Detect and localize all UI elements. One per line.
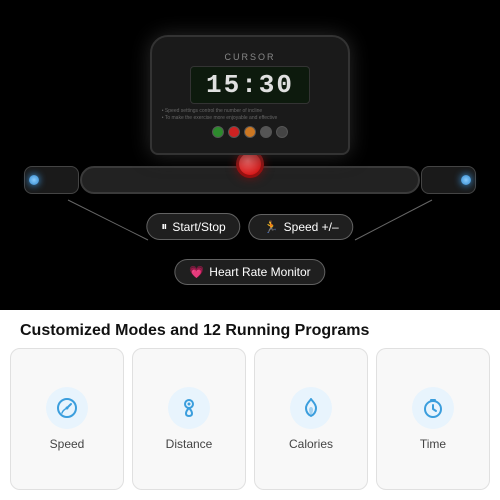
- console-text-2: • To make the exercise more enjoyable an…: [162, 115, 338, 121]
- handlebar-area: ⏸ Start/Stop 🏃 Speed +/–: [60, 150, 440, 210]
- bottom-section: Customized Modes and 12 Running Programs…: [0, 310, 500, 500]
- display-screen: 15:30: [190, 66, 310, 104]
- features-row: Speed Distance Calories: [0, 348, 500, 500]
- speedometer-icon: 🏃: [264, 220, 279, 234]
- button-gray2: [276, 126, 288, 138]
- left-handle: [24, 166, 79, 194]
- right-handle: [421, 166, 476, 194]
- start-stop-text: Start/Stop: [172, 220, 225, 234]
- time-feature-label: Time: [420, 437, 446, 451]
- speed-icon-bg: [46, 387, 88, 429]
- feature-card-distance: Distance: [132, 348, 246, 490]
- speed-label: 🏃 Speed +/–: [249, 214, 354, 240]
- right-sensor-light: [461, 175, 471, 185]
- control-labels: ⏸ Start/Stop 🏃 Speed +/–: [146, 213, 353, 240]
- handlebar: [80, 166, 420, 194]
- distance-icon: [177, 396, 201, 420]
- left-sensor-light: [29, 175, 39, 185]
- speed-feature-label: Speed: [50, 437, 85, 451]
- time-display: 15:30: [206, 70, 294, 100]
- time-icon-bg: [412, 387, 454, 429]
- calories-icon-bg: [290, 387, 332, 429]
- feature-card-time: Time: [376, 348, 490, 490]
- button-orange: [244, 126, 256, 138]
- button-green: [212, 126, 224, 138]
- pause-icon: ⏸: [161, 219, 167, 234]
- calories-icon: [299, 396, 323, 420]
- treadmill-body: CURSOR 15:30 • Speed settings control th…: [60, 15, 440, 295]
- distance-icon-bg: [168, 387, 210, 429]
- speed-text: Speed +/–: [284, 220, 339, 234]
- feature-card-calories: Calories: [254, 348, 368, 490]
- brand-label: CURSOR: [224, 52, 275, 62]
- heart-rate-label: 💗 Heart Rate Monitor: [174, 259, 325, 285]
- heart-icon: 💗: [189, 265, 204, 279]
- console-text-area: • Speed settings control the number of i…: [162, 108, 338, 122]
- speed-icon: [55, 396, 79, 420]
- console-buttons-row: [212, 126, 288, 138]
- time-icon: [421, 396, 445, 420]
- start-stop-label: ⏸ Start/Stop: [146, 213, 240, 240]
- tagline: Customized Modes and 12 Running Programs: [0, 310, 500, 348]
- console-text-1: • Speed settings control the number of i…: [162, 108, 338, 114]
- button-red: [228, 126, 240, 138]
- calories-feature-label: Calories: [289, 437, 333, 451]
- feature-card-speed: Speed: [10, 348, 124, 490]
- distance-feature-label: Distance: [166, 437, 213, 451]
- button-gray1: [260, 126, 272, 138]
- treadmill-section: CURSOR 15:30 • Speed settings control th…: [0, 0, 500, 310]
- treadmill-console: CURSOR 15:30 • Speed settings control th…: [150, 35, 350, 155]
- heart-rate-text: Heart Rate Monitor: [209, 265, 310, 279]
